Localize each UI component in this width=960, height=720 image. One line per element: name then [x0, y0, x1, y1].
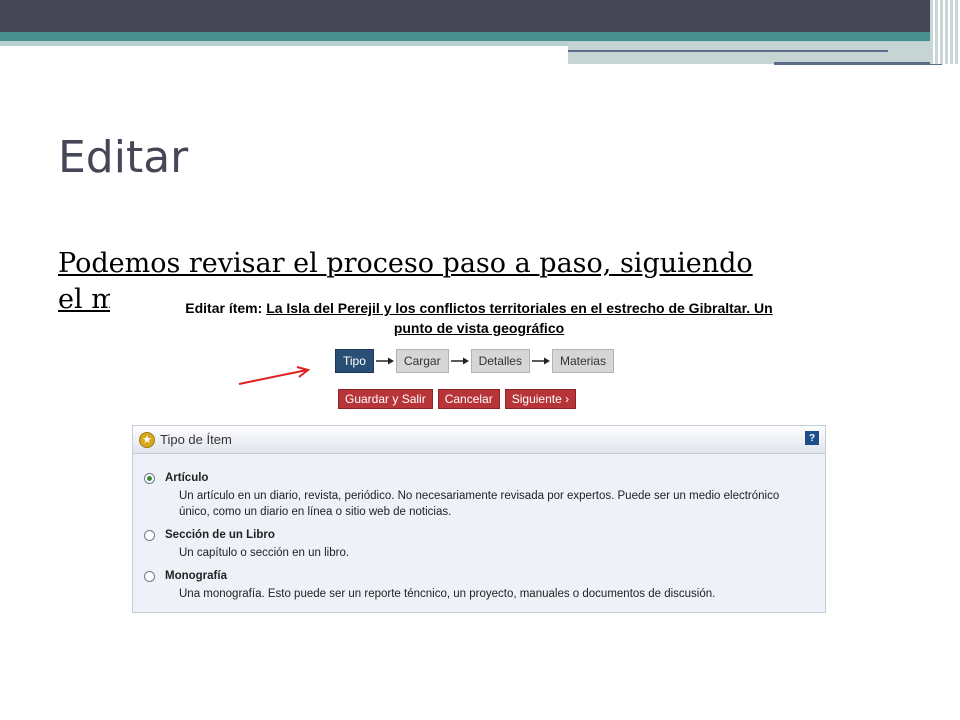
help-icon[interactable]: ?	[805, 431, 819, 445]
body-line-1: Podemos revisar el proceso paso a paso, …	[58, 248, 753, 279]
step-detalles[interactable]: Detalles	[470, 349, 530, 373]
item-title-link[interactable]: La Isla del Perejil y los conflictos ter…	[266, 300, 773, 336]
cancel-button[interactable]: Cancelar	[437, 389, 500, 409]
step-tipo[interactable]: Tipo	[335, 349, 374, 373]
arrow-right-icon	[449, 349, 471, 373]
option-description: Un capítulo o sección en un libro.	[179, 547, 350, 559]
embedded-screenshot: Editar ítem: La Isla del Perejil y los c…	[110, 288, 830, 618]
item-title-line-2: punto de vista geográfico	[393, 320, 565, 336]
step-label: Detalles	[478, 354, 522, 368]
option-label: Monografía	[165, 570, 227, 582]
radio-button-checked[interactable]	[144, 473, 155, 484]
save-exit-button[interactable]: Guardar y Salir	[338, 389, 433, 409]
step-label: Tipo	[343, 354, 366, 368]
step-label: Materias	[559, 354, 606, 368]
header-accent-block	[568, 42, 960, 64]
step-label: Cargar	[403, 354, 441, 368]
radio-button[interactable]	[144, 530, 155, 541]
step-progress: Tipo Cargar Detalles Materias	[335, 348, 614, 374]
teal-band	[0, 32, 960, 41]
option-description: Un artículo en un diario, revista, perió…	[179, 490, 780, 518]
slide-title: Editar	[58, 132, 189, 183]
star-icon: ★	[139, 431, 155, 448]
panel-title: Tipo de Ítem	[160, 432, 232, 447]
item-title-line-1: La Isla del Perejil y los conflictos ter…	[266, 300, 773, 316]
red-annotation-arrow-icon	[238, 366, 311, 385]
arrow-right-icon	[374, 349, 396, 373]
option-label: Artículo	[165, 472, 209, 484]
action-buttons: Guardar y Salir Cancelar Siguiente ›	[338, 389, 577, 409]
radio-button[interactable]	[144, 571, 155, 582]
header-accent-line-short	[774, 62, 942, 65]
body-line-2: el m	[58, 284, 117, 315]
option-label: Sección de un Libro	[165, 529, 275, 541]
top-bar	[0, 0, 960, 32]
edit-item-label: Editar ítem:	[185, 300, 263, 316]
header-accent-line	[568, 50, 888, 52]
arrow-right-icon	[530, 349, 552, 373]
header-stripes	[930, 0, 960, 64]
edit-item-heading: Editar ítem: La Isla del Perejil y los c…	[134, 298, 824, 338]
option-description: Una monografía. Esto puede ser un report…	[179, 588, 716, 600]
step-materias[interactable]: Materias	[551, 349, 614, 373]
step-cargar[interactable]: Cargar	[395, 349, 449, 373]
item-type-panel: ★ Tipo de Ítem ? Artículo Un artículo en…	[132, 425, 826, 613]
next-button[interactable]: Siguiente ›	[504, 389, 577, 409]
panel-header: ★ Tipo de Ítem ?	[133, 426, 825, 454]
